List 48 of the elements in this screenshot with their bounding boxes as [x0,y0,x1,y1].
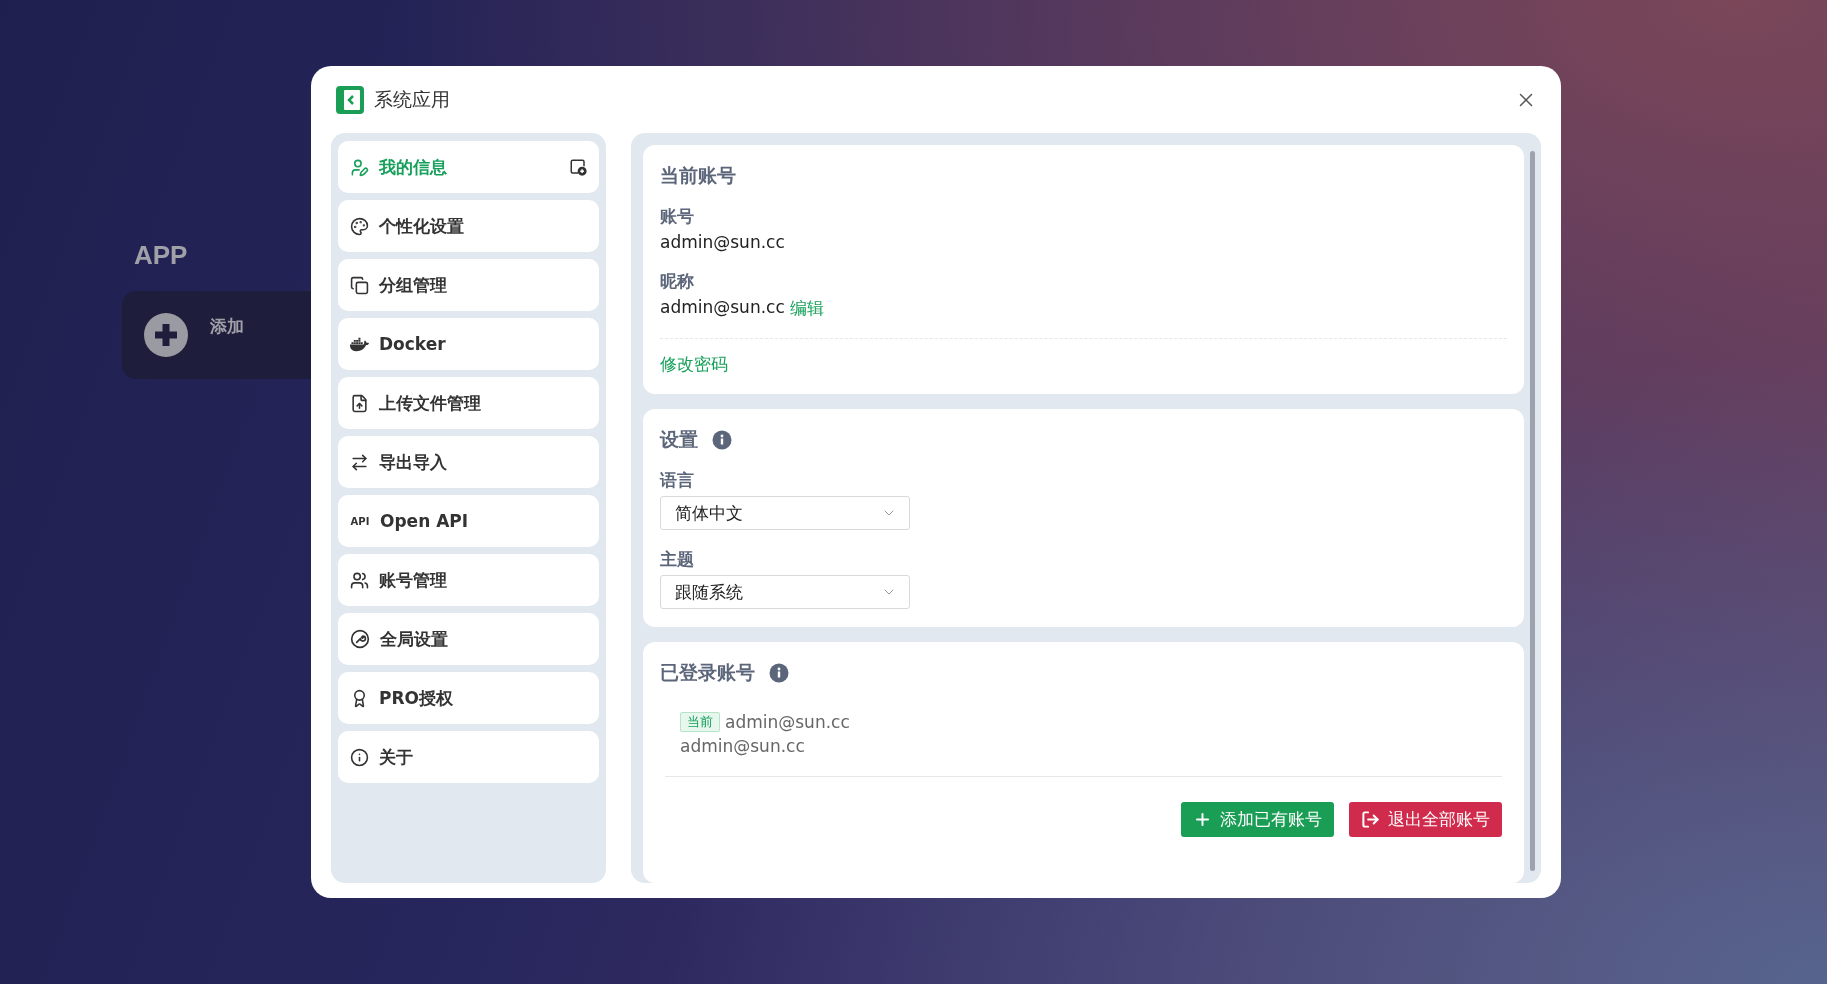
api-icon: API [350,515,370,527]
info-icon[interactable] [769,663,789,683]
field-label: 语言 [660,469,695,492]
sidebar-item[interactable]: 关于 [338,731,599,783]
user-edit-icon [350,157,369,177]
sidebar-item[interactable]: 上传文件管理 [338,377,599,429]
tile-label: 添加 [210,315,244,338]
users-icon [350,570,369,590]
field-value: admin@sun.cc [660,232,785,252]
select-field[interactable]: 简体中文 [660,496,910,530]
wrench-icon [350,629,370,649]
sidebar-item[interactable]: 导出导入 [338,436,599,488]
back-app-icon [336,86,364,114]
scrollbar[interactable] [1530,151,1535,871]
account-nickname: admin@sun.cc [725,712,850,732]
account-username: admin@sun.cc [680,736,806,756]
select-field[interactable]: 跟随系统 [660,575,910,609]
sidebar-item[interactable]: 个性化设置 [338,200,599,252]
sidebar-item[interactable]: API Open API [338,495,599,547]
whale-icon [350,334,369,354]
sidebar-item[interactable]: 全局设置 [338,613,599,665]
sidebar-item[interactable]: 账号管理 [338,554,599,606]
field-value: admin@sun.cc [660,297,785,319]
window-title: 系统应用 [374,87,450,112]
plus-icon [1193,810,1212,829]
card-title: 当前账号 [660,163,736,188]
palette-icon [350,216,369,236]
change-password-link[interactable]: 修改密码 [660,354,728,374]
arrows-icon [350,452,369,472]
copy-icon [350,275,369,295]
card-title: 设置 [660,427,698,452]
add-card-icon[interactable] [569,158,587,176]
sidebar-item[interactable]: PRO授权 [338,672,599,724]
field-label: 账号 [660,205,695,228]
status-badge: 当前 [680,712,720,732]
card-title: 已登录账号 [660,660,755,685]
field-label: 主题 [660,548,695,571]
logout-icon [1361,810,1380,829]
sidebar-item[interactable]: 分组管理 [338,259,599,311]
logout-button[interactable]: 退出全部账号 [1349,802,1502,837]
plus-circle-icon [144,313,188,357]
edit-link[interactable]: 编辑 [789,297,824,320]
section-heading: APP [133,240,189,271]
file-upload-icon [350,393,369,413]
sidebar-item[interactable]: Docker [338,318,599,370]
info-icon [350,747,369,767]
field-label: 昵称 [660,270,695,293]
info-icon[interactable] [712,430,732,450]
